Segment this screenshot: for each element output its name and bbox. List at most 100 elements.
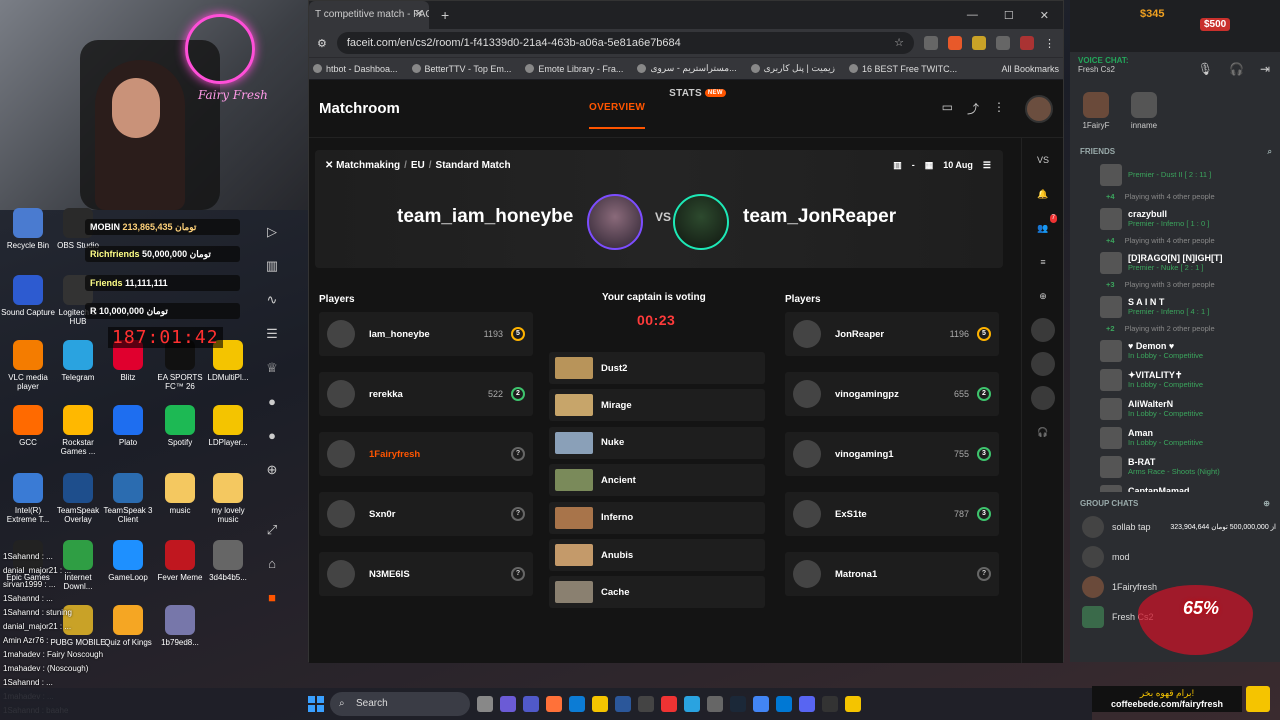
desktop-icon[interactable]: Sound Capture xyxy=(0,275,56,317)
more-icon[interactable]: ⋮ xyxy=(993,100,1005,117)
group-chat-item[interactable]: mod xyxy=(1070,542,1280,572)
voice-user[interactable]: 1FairyF xyxy=(1076,92,1116,130)
maximize-icon[interactable]: ☐ xyxy=(1004,9,1014,22)
desktop-icon[interactable]: Intel(R) Extreme T... xyxy=(0,473,56,524)
all-bookmarks[interactable]: All Bookmarks xyxy=(1001,64,1059,74)
group-chat-item[interactable]: sollab tap 323,904,644 از 500,000,000 توم… xyxy=(1070,512,1280,542)
party-icon[interactable]: 👥 7 xyxy=(1031,214,1057,240)
vscode-icon[interactable] xyxy=(776,696,792,712)
player-row[interactable]: N3ME6IS? xyxy=(319,552,533,596)
expand-icon[interactable]: ⤢ xyxy=(262,522,282,542)
breadcrumb-matchmaking[interactable]: Matchmaking xyxy=(336,160,400,171)
faceit-logo-icon[interactable]: ■ xyxy=(262,590,282,610)
bookmark-item[interactable]: مستراستریم - سروی... xyxy=(637,63,737,74)
desktop-icon[interactable]: Recycle Bin xyxy=(0,208,56,250)
close-tab-icon[interactable]: ✕ xyxy=(415,1,423,29)
server-icon[interactable]: ☰ xyxy=(983,160,991,171)
player-avatar[interactable] xyxy=(327,440,355,468)
friend-item[interactable]: ✦VITALITY✝ In Lobby - Competitive xyxy=(1070,365,1280,394)
shop-icon[interactable]: ⌂ xyxy=(262,556,282,576)
app-icon[interactable] xyxy=(615,696,631,712)
team-b-avatar[interactable] xyxy=(673,194,729,250)
microphone-icon[interactable]: 🎙 xyxy=(1198,62,1213,76)
app-icon[interactable] xyxy=(707,696,723,712)
close-window-icon[interactable]: ✕ xyxy=(1040,9,1049,22)
voice-user[interactable]: inname xyxy=(1124,92,1164,130)
tab-stats[interactable]: STATS NEW xyxy=(669,88,726,129)
add-icon[interactable]: ⊕ xyxy=(1031,284,1055,308)
team-a-avatar[interactable] xyxy=(587,194,643,250)
steam-icon[interactable] xyxy=(730,696,746,712)
headset-icon[interactable]: 🎧 xyxy=(1031,420,1055,444)
share-icon[interactable]: ⤴ xyxy=(967,100,979,117)
map-option[interactable]: Nuke xyxy=(549,426,765,459)
team-b-name[interactable]: team_JonReaper xyxy=(743,206,896,228)
bookmark-item[interactable]: زیمیت | پنل کاربری xyxy=(750,63,835,74)
extension-icon[interactable] xyxy=(948,36,962,50)
player-row[interactable]: vinogaming1 755 3 xyxy=(785,432,999,476)
map-option[interactable]: Dust2 xyxy=(549,352,765,384)
extensions-puzzle-icon[interactable] xyxy=(996,36,1010,50)
player-row[interactable]: JonReaper 1196 5 xyxy=(785,312,999,356)
bookmark-item[interactable]: 16 BEST Free TWITC... xyxy=(848,64,957,74)
chrome-active-icon[interactable] xyxy=(753,696,769,712)
extension-icon[interactable] xyxy=(924,36,938,50)
friend-item[interactable]: Premier - Dust II [ 2 : 11 ] xyxy=(1070,160,1280,189)
player-avatar[interactable] xyxy=(327,380,355,408)
player-name[interactable]: Matrona1 xyxy=(835,569,930,580)
trend-icon[interactable]: ∿ xyxy=(262,292,282,312)
menu-kebab-icon[interactable]: ⋮ xyxy=(1044,37,1055,50)
desktop-icon[interactable]: TeamSpeak 3 Client xyxy=(100,473,156,524)
player-name[interactable]: vinogamingpz xyxy=(835,389,930,400)
tab-overview[interactable]: OVERVIEW xyxy=(589,102,646,129)
friend-avatar[interactable] xyxy=(1031,386,1055,410)
desktop-icon[interactable]: GCC xyxy=(0,405,56,447)
friend-item[interactable]: AliWalterN In Lobby - Competitive xyxy=(1070,394,1280,423)
site-info-icon[interactable]: ⚙ xyxy=(317,37,327,50)
desktop-icon[interactable]: TeamSpeak Overlay xyxy=(50,473,106,524)
new-tab-icon[interactable]: + xyxy=(441,7,449,23)
map-option[interactable]: Inferno xyxy=(549,501,765,534)
map-option[interactable]: Ancient xyxy=(549,464,765,497)
friend-avatar[interactable] xyxy=(1031,318,1055,342)
bell-icon[interactable]: 🔔 xyxy=(1031,182,1055,206)
browser-tab-faceit[interactable]: T competitive match - FAC ✕ xyxy=(309,1,429,29)
list-icon[interactable]: ☰ xyxy=(262,326,282,346)
stats-icon[interactable]: ▥ xyxy=(262,258,282,278)
discord-icon[interactable] xyxy=(799,696,815,712)
friend-item[interactable]: Aman In Lobby - Competitive xyxy=(1070,423,1280,452)
play-icon[interactable]: ▷ xyxy=(262,224,282,244)
windows-start-icon[interactable] xyxy=(308,696,324,712)
bookmark-star-icon[interactable]: ☆ xyxy=(894,32,904,54)
add-icon[interactable]: ⊕ xyxy=(262,462,282,482)
friend-item[interactable]: S A I N T Premier - Inferno [ 4 : 1 ] xyxy=(1070,292,1280,321)
player-name[interactable]: rerekka xyxy=(369,389,464,400)
queue-icon[interactable]: ≡ xyxy=(1031,250,1055,274)
app-icon[interactable] xyxy=(638,696,654,712)
map-option[interactable]: Mirage xyxy=(549,389,765,422)
bookmark-item[interactable]: BetterTTV - Top Em... xyxy=(411,64,511,74)
player-row[interactable]: ExS1te 787 3 xyxy=(785,492,999,536)
player-name[interactable]: N3ME6IS xyxy=(369,569,464,580)
file-explorer-icon[interactable] xyxy=(592,696,608,712)
friend-item[interactable]: ♥ Demon ♥ In Lobby - Competitive xyxy=(1070,336,1280,365)
leave-icon[interactable]: ⇥ xyxy=(1260,62,1270,76)
team-a-name[interactable]: team_iam_honeybe xyxy=(397,206,573,228)
player-row[interactable]: Iam_honeybe 1193 5 xyxy=(319,312,533,356)
player-name[interactable]: Sxn0r xyxy=(369,509,464,520)
player-name[interactable]: vinogaming1 xyxy=(835,449,930,460)
teams-icon[interactable] xyxy=(523,696,539,712)
player-row[interactable]: rerekka 522 2 xyxy=(319,372,533,416)
friend-item[interactable]: crazybull Premier - Inferno [ 1 : 0 ] xyxy=(1070,204,1280,233)
url-input[interactable]: faceit.com/en/cs2/room/1-f41339d0-21a4-4… xyxy=(336,32,914,54)
task-view-icon[interactable] xyxy=(477,696,493,712)
player-avatar[interactable] xyxy=(793,380,821,408)
trophy-icon[interactable]: ♕ xyxy=(262,360,282,380)
taskbar-search[interactable]: ⌕ Search xyxy=(330,692,470,716)
extension-icon[interactable] xyxy=(972,36,986,50)
desktop-icon[interactable]: Telegram xyxy=(50,340,106,382)
minimize-icon[interactable]: — xyxy=(967,9,978,22)
telegram-icon[interactable] xyxy=(684,696,700,712)
player-avatar[interactable] xyxy=(793,440,821,468)
desktop-icon[interactable]: Plato xyxy=(100,405,156,447)
